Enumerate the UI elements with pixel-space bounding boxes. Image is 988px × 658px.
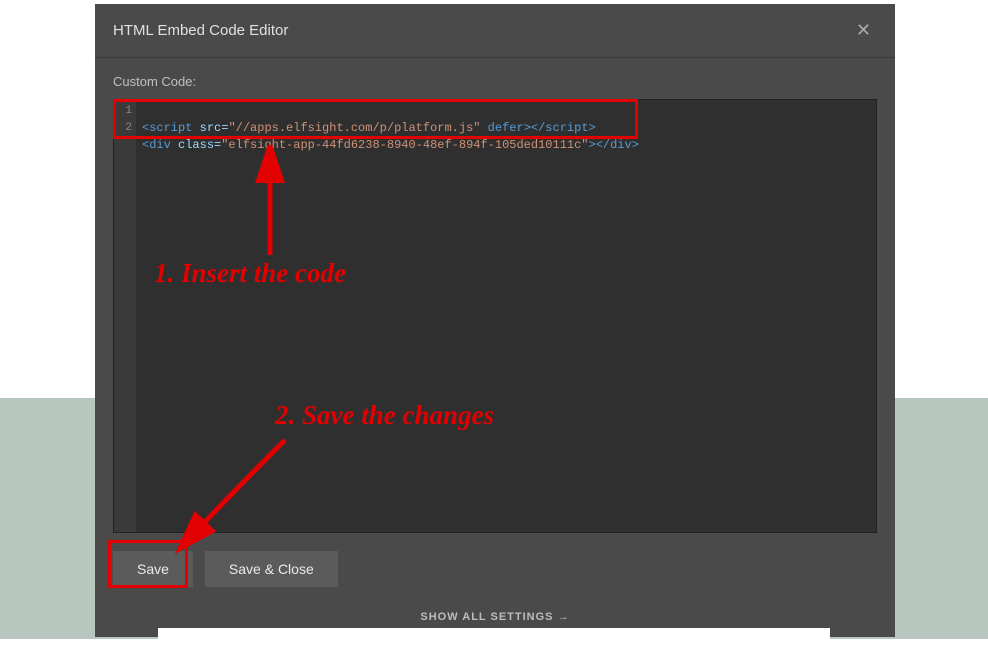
- line-number: 2: [114, 120, 132, 137]
- annotation-text-step1: 1. Insert the code: [154, 258, 346, 289]
- code-content: <script src="//apps.elfsight.com/p/platf…: [142, 103, 639, 171]
- white-box-bottom: [158, 628, 830, 658]
- modal-header: HTML Embed Code Editor ✕: [95, 4, 895, 58]
- button-row: Save Save & Close: [95, 533, 895, 601]
- modal-title: HTML Embed Code Editor: [113, 22, 288, 39]
- line-number: 1: [114, 103, 132, 120]
- save-close-button[interactable]: Save & Close: [205, 551, 338, 587]
- save-button[interactable]: Save: [113, 551, 193, 587]
- embed-code-editor-modal: HTML Embed Code Editor ✕ Custom Code: 1 …: [95, 4, 895, 637]
- custom-code-label: Custom Code:: [95, 58, 895, 99]
- close-icon[interactable]: ✕: [850, 18, 877, 43]
- code-editor[interactable]: 1 2 <script src="//apps.elfsight.com/p/p…: [113, 99, 877, 533]
- annotation-text-step2: 2. Save the changes: [275, 400, 494, 431]
- line-gutter: 1 2: [114, 100, 136, 532]
